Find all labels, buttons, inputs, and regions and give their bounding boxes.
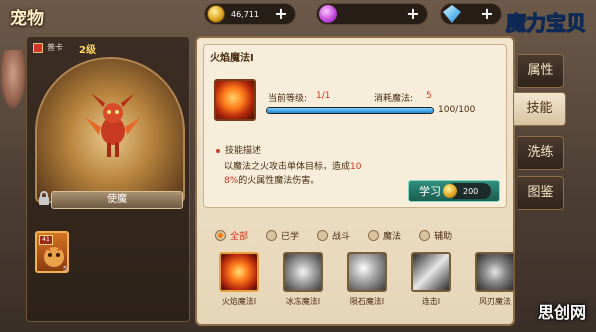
radio-icon: [215, 229, 226, 241]
gold-value: 46,711: [231, 9, 259, 19]
skill-progress-fill: [267, 108, 433, 113]
ice-icon: [283, 252, 323, 292]
tab-attributes[interactable]: 属性: [518, 54, 564, 88]
skill-name: 冰冻魔法Ⅰ: [285, 297, 321, 306]
fire-icon: [219, 252, 259, 292]
tab-refine[interactable]: 洗练: [518, 136, 564, 170]
learn-button[interactable]: 学习 200: [408, 180, 500, 202]
gem-icon: [319, 5, 337, 23]
learn-cost-value: 200: [463, 186, 479, 196]
skill-item[interactable]: 火焰魔法Ⅰ: [215, 252, 263, 314]
filter-learned[interactable]: 已学: [266, 228, 299, 242]
pet-level: 2级: [79, 45, 96, 56]
skill-item[interactable]: 冰冻魔法Ⅰ: [279, 252, 327, 314]
skill-name: 陨石魔法Ⅰ: [349, 297, 385, 306]
diamond-icon: [443, 5, 461, 23]
pet-portrait: 7 3: [35, 57, 185, 207]
page-title: 宠物: [10, 9, 44, 29]
radio-icon: [317, 229, 329, 241]
description-text-b: 的火属性魔法伤害。: [238, 176, 320, 186]
tab-compendium[interactable]: 图鉴: [518, 176, 564, 210]
wind-icon: [475, 252, 515, 292]
skill-panel: 火焰魔法Ⅰ 当前等级: 1/1 消耗魔法: 5 100/100 技能描述 以魔法…: [195, 36, 515, 326]
description-text-a: 以魔法之火攻击单体目标，造成: [224, 162, 351, 172]
description-heading: 技能描述: [216, 143, 261, 156]
skill-title: 火焰魔法Ⅰ: [210, 53, 254, 64]
filter-magic[interactable]: 魔法: [368, 228, 401, 242]
mana-label: 消耗魔法:: [374, 94, 414, 104]
logo-text: 魔力宝贝: [506, 11, 586, 35]
radio-icon: [266, 229, 278, 241]
game-logo: 魔力宝贝: [505, 10, 586, 35]
description-line-1: 以魔法之火攻击单体目标，造成10: [224, 159, 361, 172]
pet-panel: 普卡 2级 7 3 使魔 41: [26, 36, 190, 322]
level-label: 当前等级:: [268, 94, 308, 104]
add-gem-button[interactable]: +: [405, 6, 421, 22]
slash-icon: [411, 252, 451, 292]
lock-icon[interactable]: [37, 191, 51, 205]
learn-cost: 200: [443, 183, 491, 199]
card-icon: [33, 43, 43, 53]
learn-label: 学习: [419, 185, 441, 198]
add-diamond-button[interactable]: +: [479, 6, 495, 22]
meteor-icon: [347, 252, 387, 292]
skill-name: 连击Ⅰ: [421, 297, 441, 306]
pet-header: 普卡 2级: [29, 39, 187, 57]
gem-currency: +: [316, 3, 428, 25]
gold-coin-icon: [207, 5, 225, 23]
mana-value: 5: [426, 91, 432, 101]
skill-item[interactable]: 连击Ⅰ: [407, 252, 455, 314]
filter-all[interactable]: 全部: [215, 228, 248, 242]
bullet-icon: [216, 148, 220, 153]
radio-icon: [368, 229, 380, 241]
skill-progress-bar: [266, 107, 434, 114]
pet-creature-icon: [85, 93, 141, 157]
fire-magic-icon: [214, 79, 256, 121]
description-heading-text: 技能描述: [225, 146, 262, 156]
filter-combat[interactable]: 战斗: [317, 228, 350, 242]
level-value: 1/1: [316, 91, 331, 101]
add-gold-button[interactable]: +: [273, 6, 289, 22]
skill-item[interactable]: 风刃魔法: [471, 252, 519, 314]
gold-currency: 46,711 +: [204, 3, 296, 25]
tab-skills[interactable]: 技能: [514, 92, 566, 126]
description-damage-b: 8%: [224, 176, 239, 186]
familiar-button[interactable]: 使魔: [51, 191, 183, 209]
background-character: [0, 50, 26, 110]
skill-detail: 火焰魔法Ⅰ 当前等级: 1/1 消耗魔法: 5 100/100 技能描述 以魔法…: [203, 44, 507, 208]
filter-support[interactable]: 辅助: [419, 228, 452, 242]
skill-name: 火焰魔法Ⅰ: [221, 297, 257, 306]
skill-name: 风刃魔法: [479, 297, 511, 306]
pet-card-type: 普卡: [47, 43, 63, 52]
gold-coin-icon: [443, 184, 457, 198]
skill-item[interactable]: 陨石魔法Ⅰ: [343, 252, 391, 314]
watermark: 思创网: [537, 303, 586, 322]
description-damage-a: 10: [350, 162, 362, 172]
radio-icon: [419, 229, 431, 241]
skill-filters: 全部 已学 战斗 魔法 辅助: [215, 228, 505, 242]
diamond-currency: +: [440, 3, 502, 25]
skill-list: 火焰魔法Ⅰ 冰冻魔法Ⅰ 陨石魔法Ⅰ 连击Ⅰ 风刃魔法: [215, 252, 515, 314]
skill-progress-text: 100/100: [438, 105, 476, 115]
slot-count: 5: [63, 265, 68, 273]
description-line-2: 8%的火属性魔法伤害。: [224, 173, 319, 186]
